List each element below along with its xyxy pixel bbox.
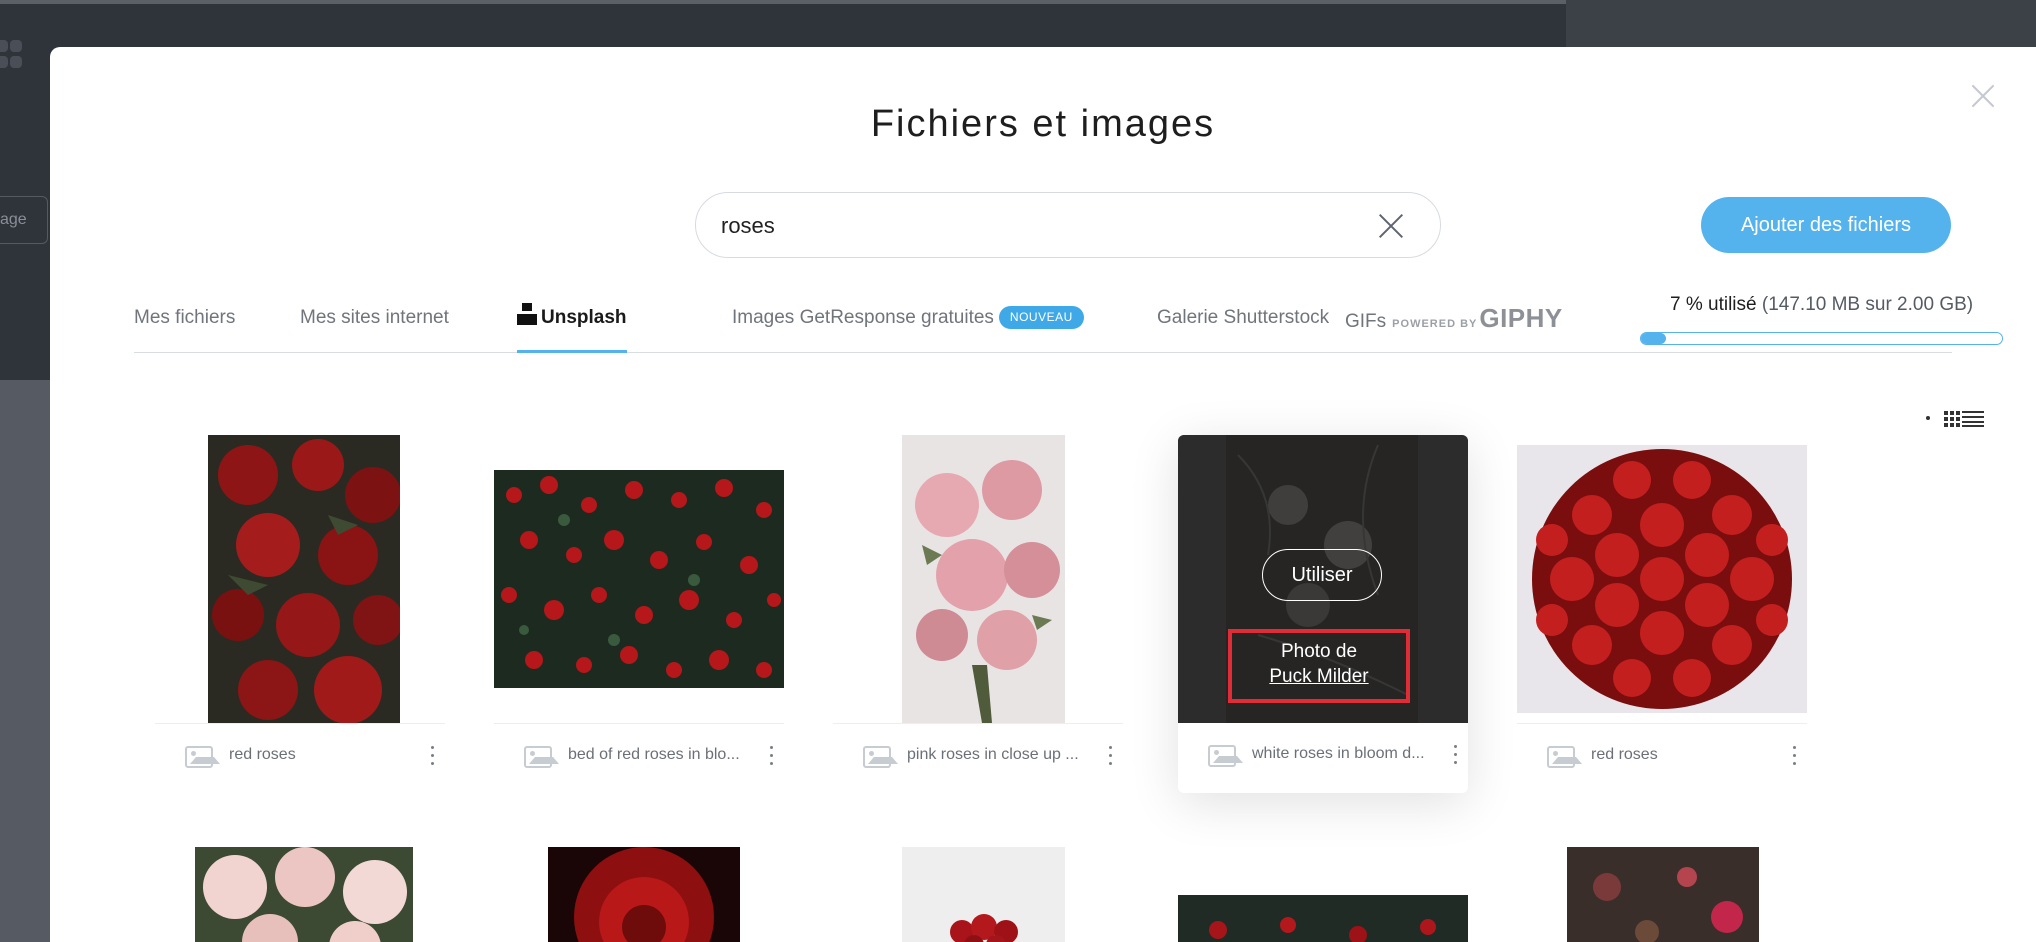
image-file-icon <box>524 746 559 768</box>
image-thumbnail[interactable] <box>1517 445 1807 713</box>
image-thumbnail[interactable] <box>1567 847 1759 942</box>
search-box <box>695 192 1441 258</box>
image-thumbnail[interactable] <box>208 435 400 723</box>
usage-progress-bar <box>1640 332 2003 345</box>
photo-credit: Photo de Puck Milder <box>1228 629 1410 703</box>
app-logo-icon <box>0 40 28 72</box>
credit-prefix: Photo de <box>1280 641 1358 662</box>
new-badge: NOUVEAU <box>998 306 1084 329</box>
image-card[interactable]: red roses <box>155 435 445 793</box>
use-image-button[interactable]: Utiliser <box>1262 549 1382 601</box>
hover-overlay: Utiliser Photo de Puck Milder <box>1178 435 1468 723</box>
image-thumbnail[interactable] <box>195 847 413 942</box>
image-name: bed of red roses in blo... <box>568 746 740 763</box>
tab-shutterstock[interactable]: Galerie Shutterstock <box>1157 303 1329 353</box>
unsplash-logo-icon <box>517 303 537 325</box>
background-button: age <box>0 196 48 244</box>
tab-gifs[interactable]: GIFs POWERED BYGIPHY <box>1345 303 1563 353</box>
tab-my-websites[interactable]: Mes sites internet <box>300 303 449 353</box>
files-images-modal: Fichiers et images Ajouter des fichiers … <box>50 47 2036 942</box>
tab-getresponse-images[interactable]: Images GetResponse gratuites NOUVEAU <box>732 303 1084 353</box>
image-file-icon <box>863 746 898 768</box>
image-card-hovered[interactable]: Utiliser Photo de Puck Milder white rose… <box>1178 435 1468 793</box>
view-toggle <box>1926 409 1996 429</box>
image-card[interactable]: bed of red roses in blo... <box>494 435 784 793</box>
image-file-icon <box>1547 746 1582 768</box>
more-options-icon[interactable] <box>768 744 776 768</box>
image-card[interactable]: pink roses in close up ... <box>833 435 1123 793</box>
usage-percent: 7 % utilisé <box>1670 294 1757 315</box>
image-name: white roses in bloom d... <box>1252 745 1425 762</box>
grid-view-icon[interactable] <box>1944 411 1960 427</box>
giphy-logo: GIPHY <box>1479 303 1563 333</box>
usage-progress-fill <box>1641 333 1666 344</box>
storage-usage: 7 % utilisé (147.10 MB sur 2.00 GB) <box>1622 294 2003 345</box>
more-options-icon[interactable] <box>429 744 437 768</box>
image-file-icon <box>185 746 220 768</box>
tab-unsplash[interactable]: Unsplash <box>517 303 627 353</box>
modal-title: Fichiers et images <box>870 103 1216 145</box>
add-files-button[interactable]: Ajouter des fichiers <box>1701 197 1951 253</box>
image-thumbnail[interactable] <box>1178 895 1468 942</box>
clear-search-icon[interactable] <box>1378 213 1404 239</box>
dot-icon <box>1926 416 1930 420</box>
image-name: pink roses in close up ... <box>907 746 1079 763</box>
image-name: red roses <box>229 746 296 763</box>
image-card[interactable]: red roses <box>1517 435 1807 793</box>
image-name: red roses <box>1591 746 1658 763</box>
author-link[interactable]: Puck Milder <box>1269 666 1368 687</box>
image-thumbnail[interactable]: Utiliser Photo de Puck Milder <box>1178 435 1468 723</box>
list-view-icon[interactable] <box>1962 411 1984 427</box>
tab-my-files[interactable]: Mes fichiers <box>134 303 235 353</box>
more-options-icon[interactable] <box>1107 744 1115 768</box>
more-options-icon[interactable] <box>1791 744 1799 768</box>
image-file-icon <box>1208 745 1243 767</box>
search-input[interactable] <box>721 209 1321 243</box>
image-thumbnail[interactable] <box>548 847 740 942</box>
usage-detail: (147.10 MB sur 2.00 GB) <box>1761 294 1974 315</box>
powered-by-label: POWERED BY <box>1392 318 1478 330</box>
image-thumbnail[interactable] <box>494 470 784 688</box>
image-card[interactable] <box>1178 847 1468 942</box>
more-options-icon[interactable] <box>1452 743 1460 767</box>
background-lower-sidebar <box>0 380 50 942</box>
image-thumbnail[interactable] <box>902 435 1065 723</box>
image-thumbnail[interactable] <box>902 847 1065 942</box>
